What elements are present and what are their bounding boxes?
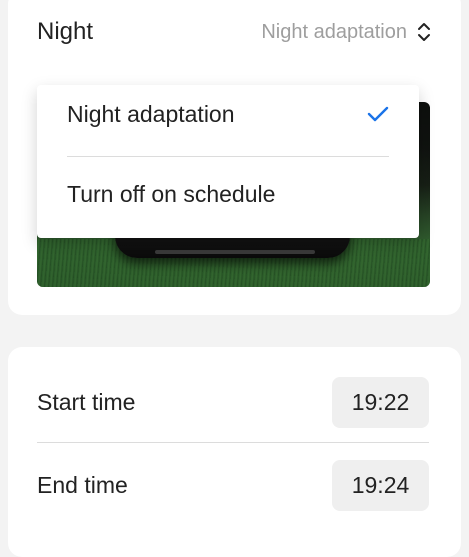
night-label: Night bbox=[37, 18, 94, 45]
night-mode-value: Night adaptation bbox=[261, 20, 407, 43]
night-mode-row: Night Night adaptation bbox=[37, 16, 431, 48]
schedule-divider bbox=[37, 442, 429, 443]
schedule-card: Start time 19:22 End time 19:24 bbox=[8, 347, 461, 557]
chevron-updown-icon bbox=[418, 23, 430, 41]
dropdown-item-turn-off-on-schedule[interactable]: Turn off on schedule bbox=[67, 174, 389, 214]
dropdown-item-label: Night adaptation bbox=[67, 100, 235, 127]
start-time-label: Start time bbox=[37, 388, 136, 415]
dropdown-item-night-adaptation[interactable]: Night adaptation bbox=[67, 94, 389, 134]
end-time-picker[interactable]: 19:24 bbox=[332, 459, 429, 511]
check-icon bbox=[367, 106, 389, 122]
dropdown-item-label: Turn off on schedule bbox=[67, 180, 276, 207]
night-mode-select[interactable]: Night adaptation bbox=[261, 21, 431, 44]
start-time-picker[interactable]: 19:22 bbox=[332, 376, 429, 428]
night-mode-dropdown: Night adaptation Turn off on schedule bbox=[37, 85, 419, 238]
start-time-row: Start time 19:22 bbox=[37, 376, 429, 428]
end-time-label: End time bbox=[37, 471, 128, 498]
dropdown-divider bbox=[67, 156, 389, 157]
end-time-row: End time 19:24 bbox=[37, 459, 429, 511]
mower-trim bbox=[155, 250, 315, 254]
